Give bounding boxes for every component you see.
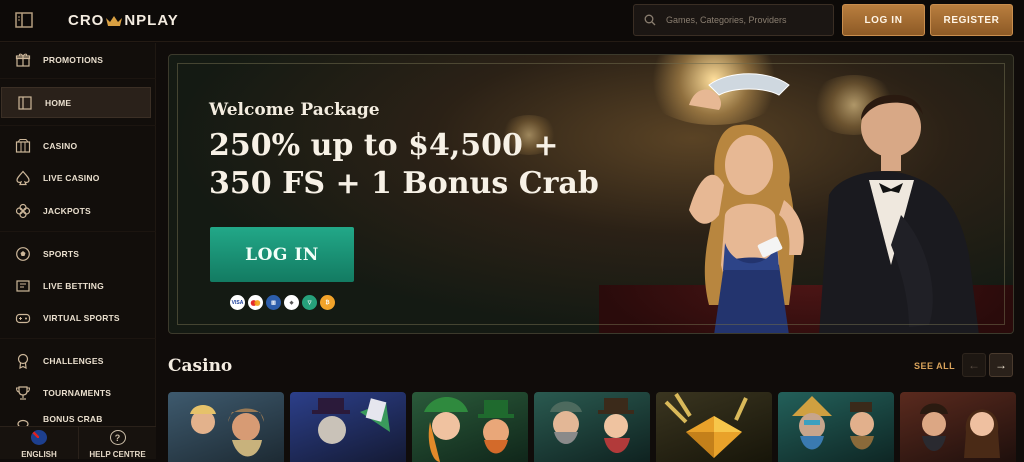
sidebar-item-home[interactable]: HOME (1, 87, 151, 118)
arrow-right-icon: → (995, 358, 1007, 372)
payment-methods: VISA ▥ ◆ ▽ ₿ (230, 295, 335, 310)
casino-game-list (168, 392, 1016, 462)
clover-icon (15, 203, 31, 219)
sidebar-item-live-casino[interactable]: LIVE CASINO (0, 163, 152, 193)
game-thumbnail (792, 396, 874, 450)
sidebar-item-live-betting[interactable]: LIVE BETTING (0, 271, 152, 301)
mastercard-icon (248, 295, 263, 310)
slot-machine-icon (15, 138, 31, 154)
sidebar-item-label: LIVE CASINO (43, 173, 100, 183)
search-box[interactable] (633, 4, 834, 36)
tether-icon: ▽ (302, 295, 317, 310)
sidebar-item-sports[interactable]: SPORTS (0, 239, 152, 269)
game-thumbnail (920, 403, 1000, 458)
banner-title: 250% up to $4,500 + 350 FS + 1 Bonus Cra… (209, 128, 599, 201)
game-thumbnail (550, 398, 634, 453)
game-tile[interactable] (778, 392, 894, 462)
game-tile[interactable] (168, 392, 284, 462)
crown-icon (106, 15, 123, 26)
trophy-icon (15, 385, 31, 401)
game-thumbnail (312, 398, 390, 444)
divider (0, 338, 156, 339)
game-tile[interactable] (534, 392, 650, 462)
game-tile[interactable] (900, 392, 1016, 462)
spade-icon (15, 170, 31, 186)
site-logo[interactable]: CRO NPLAY (68, 12, 179, 29)
arrow-left-icon: ← (968, 358, 980, 372)
ticket-icon (15, 278, 31, 294)
sidebar-toggle-icon[interactable] (14, 11, 34, 29)
logo-text-left: CRO (68, 12, 105, 29)
top-header: CRO NPLAY LOG IN REGISTER (0, 0, 1024, 42)
sidebar-item-label: SPORTS (43, 249, 80, 259)
see-all-link[interactable]: SEE ALL (914, 361, 955, 371)
bank-icon: ▥ (266, 295, 281, 310)
sidebar-item-label: CASINO (43, 141, 78, 151)
sidebar-item-challenges[interactable]: CHALLENGES (0, 346, 152, 376)
game-tile[interactable] (656, 392, 772, 462)
divider (0, 231, 156, 232)
casino-section-title: Casino (168, 356, 233, 376)
language-label: ENGLISH (21, 450, 57, 459)
login-button[interactable]: LOG IN (842, 4, 925, 36)
game-tile[interactable] (290, 392, 406, 462)
banner-hero-illustration (689, 73, 979, 333)
australia-flag-icon (31, 430, 47, 445)
sidebar-item-promotions[interactable]: PROMOTIONS (0, 45, 152, 75)
search-icon (644, 14, 656, 26)
game-tile[interactable] (412, 392, 528, 462)
sidebar-item-virtual-sports[interactable]: VIRTUAL SPORTS (0, 303, 152, 333)
gamepad-icon (15, 310, 31, 326)
banner-subtitle: Welcome Package (209, 100, 380, 120)
help-centre-label: HELP CENTRE (89, 450, 146, 459)
sidebar-item-label: TOURNAMENTS (43, 388, 112, 398)
bitcoin-icon: ₿ (320, 295, 335, 310)
home-icon (17, 95, 33, 111)
game-thumbnail (190, 405, 264, 457)
game-thumbnail (424, 397, 514, 462)
sidebar-item-jackpots[interactable]: JACKPOTS (0, 196, 152, 226)
divider (0, 78, 156, 79)
sidebar-item-label: HOME (45, 97, 72, 108)
sidebar-item-casino[interactable]: CASINO (0, 131, 152, 161)
language-selector[interactable]: ENGLISH (0, 427, 78, 459)
game-thumbnail (664, 392, 748, 458)
search-input[interactable] (666, 15, 816, 25)
soccer-ball-icon (15, 246, 31, 262)
sidebar-item-label: VIRTUAL SPORTS (43, 313, 120, 323)
sidebar-item-label: JACKPOTS (43, 206, 91, 216)
sidebar: PROMOTIONS HOME CASINO LIVE CASINO JACKP… (0, 43, 156, 459)
medal-icon (15, 353, 31, 369)
help-centre-link[interactable]: ? HELP CENTRE (78, 427, 156, 459)
register-button[interactable]: REGISTER (930, 4, 1013, 36)
sidebar-item-tournaments[interactable]: TOURNAMENTS (0, 378, 152, 408)
question-icon: ? (109, 430, 126, 445)
sidebar-item-label: PROMOTIONS (43, 55, 104, 65)
divider (0, 125, 156, 126)
banner-login-button[interactable]: LOG IN (210, 227, 354, 282)
carousel-next-button[interactable]: → (989, 353, 1013, 377)
sidebar-item-label: CHALLENGES (43, 356, 104, 366)
carousel-prev-button[interactable]: ← (962, 353, 986, 377)
ethereum-icon: ◆ (284, 295, 299, 310)
visa-icon: VISA (230, 295, 245, 310)
sidebar-item-label: BONUS CRAB (43, 414, 103, 424)
promo-banner: Welcome Package 250% up to $4,500 + 350 … (168, 54, 1014, 334)
sidebar-footer: ENGLISH ? HELP CENTRE (0, 426, 156, 459)
gift-icon (15, 52, 31, 68)
sidebar-item-label: LIVE BETTING (43, 281, 104, 291)
logo-text-right: NPLAY (124, 12, 179, 29)
